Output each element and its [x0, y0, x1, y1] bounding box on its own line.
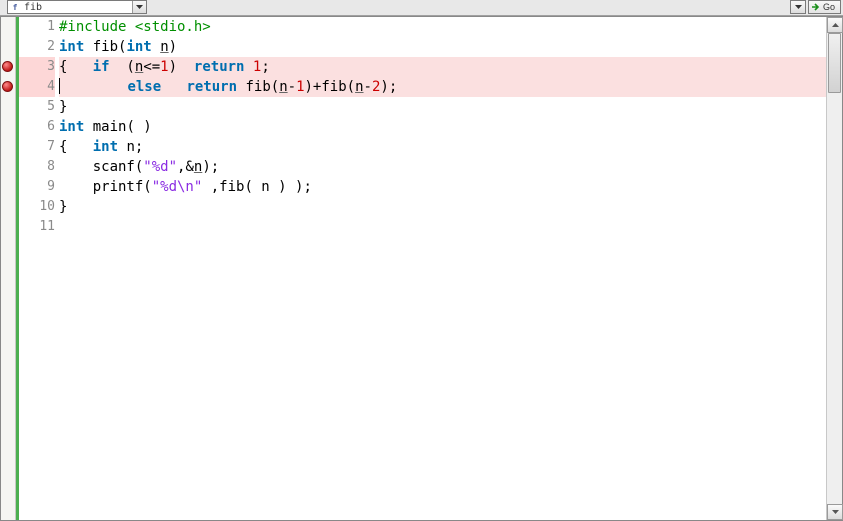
- code-token: if: [93, 59, 110, 75]
- code-token: printf(: [59, 179, 152, 195]
- code-token: [152, 39, 160, 55]
- code-token: int: [59, 39, 84, 55]
- line-number: 9: [19, 177, 55, 197]
- dropdown-arrow-icon[interactable]: [132, 1, 146, 13]
- breakpoint-icon[interactable]: [2, 61, 13, 72]
- code-token: -: [288, 79, 296, 95]
- code-token: 1: [296, 79, 304, 95]
- code-token: fib(: [84, 39, 126, 55]
- line-number: 2: [19, 37, 55, 57]
- code-token: main( ): [84, 119, 151, 135]
- code-token: fib(: [237, 79, 279, 95]
- code-token: n;: [118, 139, 143, 155]
- code-token: n: [160, 39, 168, 55]
- code-token: ,&: [177, 159, 194, 175]
- go-button[interactable]: Go: [808, 0, 841, 14]
- line-number: 3: [19, 57, 55, 77]
- code-line[interactable]: #include <stdio.h>: [59, 17, 842, 37]
- code-token: else: [127, 79, 161, 95]
- line-number: 7: [19, 137, 55, 157]
- code-token: );: [380, 79, 397, 95]
- code-token: ;: [261, 59, 269, 75]
- line-number: 10: [19, 197, 55, 217]
- code-token: #include <stdio.h>: [59, 19, 211, 35]
- code-token: "%d\n": [152, 179, 203, 195]
- code-token: [161, 79, 186, 95]
- code-line[interactable]: scanf("%d",&n);: [59, 157, 842, 177]
- code-editor[interactable]: 1234567891011 #include <stdio.h>int fib(…: [0, 16, 843, 521]
- code-token: {: [59, 59, 93, 75]
- line-number-gutter: 1234567891011: [19, 17, 59, 520]
- code-token: }: [59, 99, 67, 115]
- code-line[interactable]: { if (n<=1) return 1;: [59, 57, 842, 77]
- code-token: ): [169, 59, 194, 75]
- code-token: "%d": [143, 159, 177, 175]
- secondary-dropdown[interactable]: [790, 0, 806, 14]
- scroll-up-button[interactable]: [827, 17, 843, 33]
- code-line[interactable]: int main( ): [59, 117, 842, 137]
- code-line[interactable]: printf("%d\n" ,fib( n ) );: [59, 177, 842, 197]
- toolbar: f fib Go: [0, 0, 843, 16]
- code-token: (: [110, 59, 135, 75]
- code-token: n: [355, 79, 363, 95]
- code-token: scanf(: [59, 159, 143, 175]
- function-icon: f: [8, 1, 22, 13]
- text-cursor: [59, 78, 60, 94]
- code-token: 1: [160, 59, 168, 75]
- change-indicator-bar: [16, 17, 19, 520]
- code-line[interactable]: int fib(int n): [59, 37, 842, 57]
- scroll-down-button[interactable]: [827, 504, 843, 520]
- code-token: -: [364, 79, 372, 95]
- line-number: 6: [19, 117, 55, 137]
- vertical-scrollbar[interactable]: [826, 17, 842, 520]
- line-number: 8: [19, 157, 55, 177]
- code-token: ): [169, 39, 177, 55]
- line-number: 5: [19, 97, 55, 117]
- breakpoint-gutter[interactable]: [1, 17, 16, 520]
- code-token: int: [59, 119, 84, 135]
- scrollbar-thumb[interactable]: [828, 33, 841, 93]
- line-number: 4: [19, 77, 55, 97]
- code-token: )+fib(: [305, 79, 356, 95]
- code-token: int: [93, 139, 118, 155]
- code-area[interactable]: #include <stdio.h>int fib(int n){ if (n<…: [59, 17, 842, 520]
- code-token: {: [59, 139, 93, 155]
- code-line[interactable]: }: [59, 197, 842, 217]
- code-token: return: [186, 79, 237, 95]
- code-line[interactable]: [59, 217, 842, 237]
- code-line[interactable]: else return fib(n-1)+fib(n-2);: [59, 77, 842, 97]
- go-button-label: Go: [823, 2, 835, 12]
- symbol-field-text: fib: [22, 2, 132, 13]
- code-token: <=: [143, 59, 160, 75]
- code-token: int: [126, 39, 151, 55]
- code-line[interactable]: }: [59, 97, 842, 117]
- code-token: );: [202, 159, 219, 175]
- code-token: [60, 79, 127, 95]
- code-token: return: [194, 59, 245, 75]
- code-token: n: [279, 79, 287, 95]
- breakpoint-icon[interactable]: [2, 81, 13, 92]
- go-arrow-icon: [811, 2, 821, 12]
- symbol-dropdown[interactable]: f fib: [7, 0, 147, 14]
- code-token: ,fib( n ) );: [202, 179, 312, 195]
- line-number: 11: [19, 217, 55, 237]
- code-token: [244, 59, 252, 75]
- code-line[interactable]: { int n;: [59, 137, 842, 157]
- line-number: 1: [19, 17, 55, 37]
- code-token: }: [59, 199, 67, 215]
